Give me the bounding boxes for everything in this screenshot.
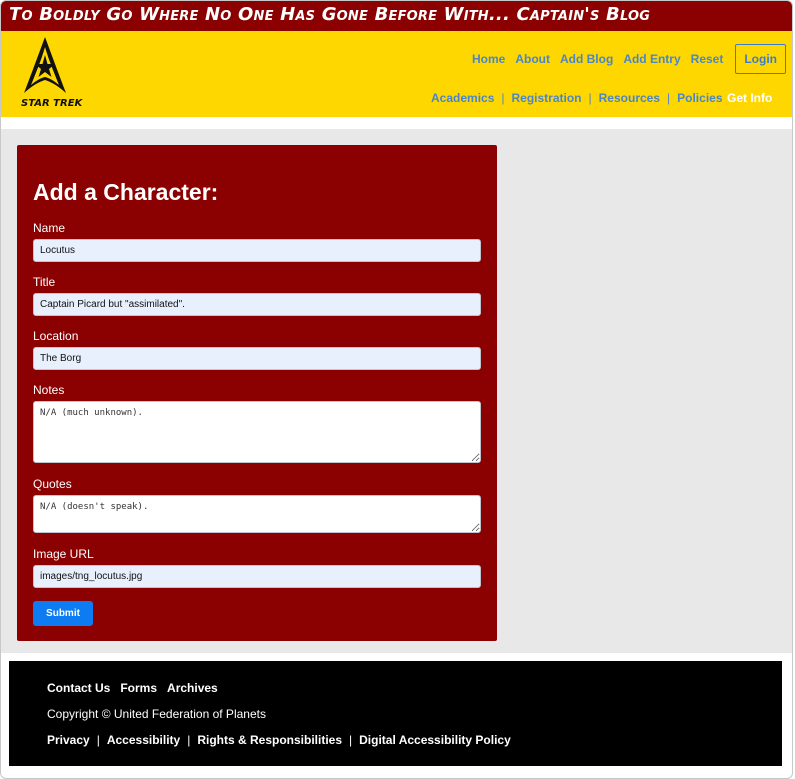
nav-resources-link[interactable]: Resources xyxy=(599,91,660,105)
notes-textarea[interactable]: N/A (much unknown). xyxy=(33,401,481,463)
site-banner: To Boldly Go Where No One Has Gone Befor… xyxy=(1,1,792,31)
quotes-textarea[interactable]: N/A (doesn't speak). xyxy=(33,495,481,533)
accessibility-link[interactable]: Accessibility xyxy=(107,733,180,747)
name-input[interactable] xyxy=(33,239,481,262)
copyright-text: Copyright © United Federation of Planets xyxy=(47,707,266,721)
nav-add-blog-link[interactable]: Add Blog xyxy=(560,52,613,66)
nav-policies-link[interactable]: Policies xyxy=(677,91,722,105)
form-heading: Add a Character: xyxy=(33,179,219,205)
policy-separator: | xyxy=(96,733,100,747)
get-info-link[interactable]: Get Info xyxy=(727,91,772,105)
nav-separator: | xyxy=(667,91,671,105)
page-frame: To Boldly Go Where No One Has Gone Befor… xyxy=(0,0,793,779)
nav-registration-link[interactable]: Registration xyxy=(512,91,582,105)
title-input[interactable] xyxy=(33,293,481,316)
banner-title: To Boldly Go Where No One Has Gone Befor… xyxy=(9,4,651,25)
login-button[interactable]: Login xyxy=(735,44,786,74)
add-character-form: Add a Character: Name Title Location Not… xyxy=(17,145,497,641)
rights-responsibilities-link[interactable]: Rights & Responsibilities xyxy=(197,733,342,747)
notes-label: Notes xyxy=(33,383,65,397)
contact-us-link[interactable]: Contact Us xyxy=(47,681,110,695)
image-url-label: Image URL xyxy=(33,547,94,561)
policy-separator: | xyxy=(349,733,353,747)
image-url-input[interactable] xyxy=(33,565,481,588)
secondary-nav: Academics | Registration | Resources | P… xyxy=(431,91,723,105)
forms-link[interactable]: Forms xyxy=(120,681,157,695)
archives-link[interactable]: Archives xyxy=(167,681,218,695)
submit-button[interactable]: Submit xyxy=(33,601,93,626)
name-label: Name xyxy=(33,221,66,235)
site-footer: Contact Us Forms Archives Copyright © Un… xyxy=(9,661,782,766)
nav-home-link[interactable]: Home xyxy=(472,52,505,66)
logo-text: STAR TREK xyxy=(21,98,83,109)
nav-reset-link[interactable]: Reset xyxy=(691,52,724,66)
nav-separator: | xyxy=(501,91,505,105)
nav-academics-link[interactable]: Academics xyxy=(431,91,494,105)
nav-separator: | xyxy=(588,91,592,105)
policy-separator: | xyxy=(187,733,191,747)
main-content: Add a Character: Name Title Location Not… xyxy=(1,129,792,653)
nav-add-entry-link[interactable]: Add Entry xyxy=(623,52,680,66)
privacy-link[interactable]: Privacy xyxy=(47,733,90,747)
main-nav: Home About Add Blog Add Entry Reset Logi… xyxy=(462,44,786,74)
nav-about-link[interactable]: About xyxy=(515,52,550,66)
title-label: Title xyxy=(33,275,56,289)
site-header: STAR TREK Home About Add Blog Add Entry … xyxy=(1,31,792,117)
location-input[interactable] xyxy=(33,347,481,370)
footer-links: Contact Us Forms Archives xyxy=(47,681,228,695)
digital-accessibility-policy-link[interactable]: Digital Accessibility Policy xyxy=(359,733,511,747)
quotes-label: Quotes xyxy=(33,477,72,491)
location-label: Location xyxy=(33,329,79,343)
policy-links: Privacy | Accessibility | Rights & Respo… xyxy=(47,733,511,747)
